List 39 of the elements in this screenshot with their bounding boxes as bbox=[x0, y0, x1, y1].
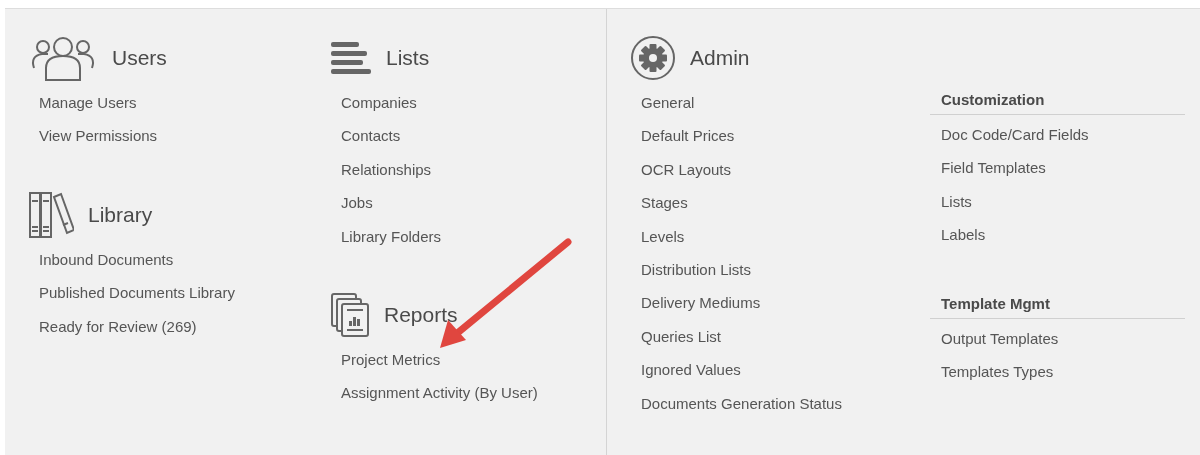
menu-link[interactable]: Distribution Lists bbox=[641, 253, 752, 287]
menu-link[interactable]: Companies bbox=[341, 86, 417, 120]
menu-link[interactable]: Relationships bbox=[341, 152, 432, 187]
menu-link[interactable]: Ready for Review (269) bbox=[39, 309, 197, 344]
menu-link[interactable]: Jobs bbox=[341, 186, 373, 220]
reports-icon bbox=[330, 292, 370, 339]
menu-link[interactable]: Field Templates bbox=[941, 151, 1046, 185]
menu-link[interactable]: Delivery Mediums bbox=[641, 286, 761, 320]
menu-link[interactable]: Default Prices bbox=[641, 119, 735, 153]
menu-link[interactable]: Published Documents Library bbox=[39, 276, 235, 310]
menu-link[interactable]: Assignment Activity (By User) bbox=[341, 376, 538, 410]
menu-link[interactable]: View Permissions bbox=[39, 119, 158, 153]
books-icon bbox=[28, 190, 74, 239]
section-title: Users bbox=[112, 46, 167, 70]
menu-link[interactable]: Documents Generation Status bbox=[641, 386, 842, 421]
menu-link[interactable]: General bbox=[641, 86, 695, 120]
section-title: Admin bbox=[690, 46, 750, 70]
menu-link[interactable]: Ignored Values bbox=[641, 353, 741, 387]
menu-link[interactable]: Project Metrics bbox=[341, 343, 441, 377]
group-title: Customization bbox=[930, 86, 1185, 115]
settings-icon bbox=[630, 35, 676, 81]
menu-link[interactable]: Contacts bbox=[341, 119, 401, 153]
menu-link[interactable]: Inbound Documents bbox=[39, 242, 174, 277]
menu-link[interactable]: Doc Code/Card Fields bbox=[941, 118, 1089, 152]
menu-link[interactable]: Levels bbox=[641, 219, 685, 254]
section-title: Library bbox=[88, 202, 153, 227]
section-title: Reports bbox=[384, 303, 458, 328]
menu-link[interactable]: OCR Layouts bbox=[641, 152, 732, 187]
group-title: Template Mgmt bbox=[930, 289, 1185, 319]
menu-link[interactable]: Lists bbox=[941, 184, 972, 219]
menu-link[interactable]: Templates Types bbox=[941, 355, 1054, 389]
menu-link[interactable]: Library Folders bbox=[341, 219, 442, 254]
menu-link[interactable]: Output Templates bbox=[941, 321, 1059, 356]
lists-icon bbox=[330, 41, 372, 75]
menu-link[interactable]: Manage Users bbox=[39, 86, 137, 120]
menu-link[interactable]: Labels bbox=[941, 218, 986, 252]
section-title: Lists bbox=[386, 46, 430, 70]
menu-link[interactable]: Stages bbox=[641, 186, 688, 220]
menu-link[interactable]: Queries List bbox=[641, 319, 722, 354]
